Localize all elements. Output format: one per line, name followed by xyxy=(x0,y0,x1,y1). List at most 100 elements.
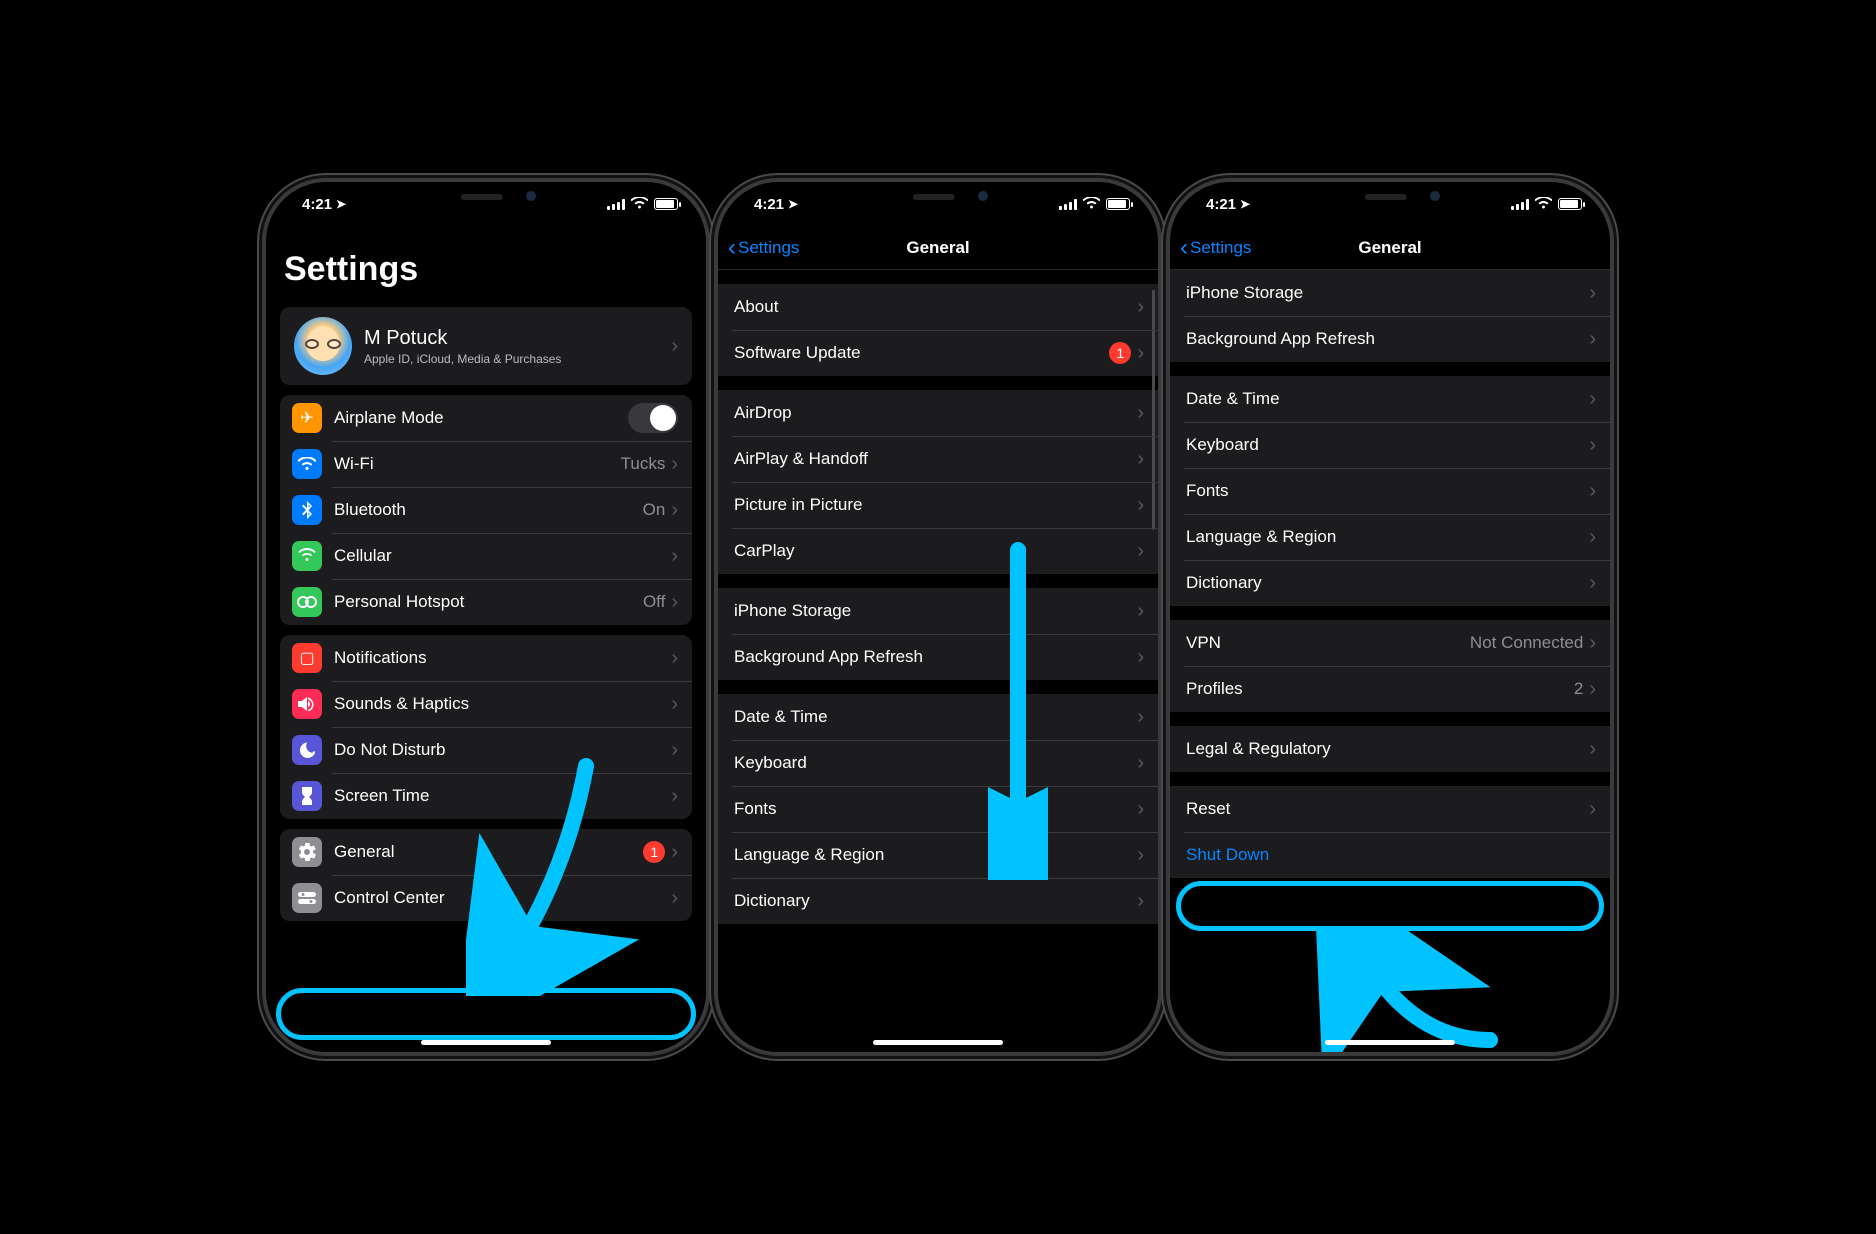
chevron-right-icon: › xyxy=(671,887,678,910)
legal-group: Legal & Regulatory› xyxy=(1170,726,1610,772)
notifications-row[interactable]: ▢ Notifications › xyxy=(280,635,692,681)
chevron-right-icon: › xyxy=(1137,494,1144,517)
back-label: Settings xyxy=(1190,238,1251,258)
home-indicator[interactable] xyxy=(873,1040,1003,1045)
date-time-row[interactable]: Date & Time› xyxy=(718,694,1158,740)
location-icon: ➤ xyxy=(336,197,346,211)
keyboard-label: Keyboard xyxy=(734,753,1137,773)
dictionary-row[interactable]: Dictionary› xyxy=(1170,560,1610,606)
airplay-row[interactable]: AirPlay & Handoff› xyxy=(718,436,1158,482)
cellular-icon xyxy=(292,541,322,571)
chevron-right-icon: › xyxy=(1137,752,1144,775)
general-row[interactable]: General 1 › xyxy=(280,829,692,875)
apple-id-row[interactable]: M Potuck Apple ID, iCloud, Media & Purch… xyxy=(280,307,692,385)
chevron-right-icon: › xyxy=(671,591,678,614)
hotspot-value: Off xyxy=(643,592,665,612)
reset-row[interactable]: Reset› xyxy=(1170,786,1610,832)
general-content-scrolled[interactable]: iPhone Storage› Background App Refresh› … xyxy=(1170,270,1610,1052)
screentime-row[interactable]: Screen Time › xyxy=(280,773,692,819)
shutdown-label: Shut Down xyxy=(1186,845,1596,865)
airplane-toggle[interactable] xyxy=(628,403,678,433)
bluetooth-value: On xyxy=(643,500,666,520)
chevron-right-icon: › xyxy=(1589,328,1596,351)
language-label: Language & Region xyxy=(1186,527,1589,547)
pip-row[interactable]: Picture in Picture› xyxy=(718,482,1158,528)
profile-name: M Potuck xyxy=(364,327,671,350)
chevron-right-icon: › xyxy=(671,453,678,476)
airdrop-row[interactable]: AirDrop› xyxy=(718,390,1158,436)
bg-refresh-row[interactable]: Background App Refresh› xyxy=(1170,316,1610,362)
nav-title: General xyxy=(906,238,969,258)
phone-frame-1: 4:21 ➤ Settings M Potuck xyxy=(266,182,706,1052)
home-indicator[interactable] xyxy=(1325,1040,1455,1045)
sounds-icon xyxy=(292,689,322,719)
chevron-left-icon: ‹ xyxy=(728,236,736,260)
vpn-row[interactable]: VPN Not Connected › xyxy=(1170,620,1610,666)
fonts-row[interactable]: Fonts› xyxy=(1170,468,1610,514)
carplay-row[interactable]: CarPlay› xyxy=(718,528,1158,574)
fonts-label: Fonts xyxy=(734,799,1137,819)
software-update-row[interactable]: Software Update 1 › xyxy=(718,330,1158,376)
status-bar: 4:21 ➤ xyxy=(266,182,706,226)
iphone-storage-row[interactable]: iPhone Storage› xyxy=(1170,270,1610,316)
page-title: Settings xyxy=(266,226,706,299)
chevron-right-icon: › xyxy=(671,545,678,568)
status-time: 4:21 xyxy=(302,196,332,213)
chevron-right-icon: › xyxy=(1589,738,1596,761)
bg-refresh-row[interactable]: Background App Refresh› xyxy=(718,634,1158,680)
connectivity-group: ✈ Airplane Mode Wi-Fi Tucks › Blu xyxy=(280,395,692,625)
chevron-right-icon: › xyxy=(1137,342,1144,365)
airplane-mode-row[interactable]: ✈ Airplane Mode xyxy=(280,395,692,441)
update-badge: 1 xyxy=(1109,342,1131,364)
legal-row[interactable]: Legal & Regulatory› xyxy=(1170,726,1610,772)
language-row[interactable]: Language & Region› xyxy=(718,832,1158,878)
navbar: ‹ Settings General xyxy=(1170,226,1610,270)
wifi-row[interactable]: Wi-Fi Tucks › xyxy=(280,441,692,487)
profiles-label: Profiles xyxy=(1186,679,1574,699)
nav-title: General xyxy=(1358,238,1421,258)
dictionary-row[interactable]: Dictionary› xyxy=(718,878,1158,924)
status-time: 4:21 xyxy=(754,196,784,213)
chevron-right-icon: › xyxy=(1589,434,1596,457)
iphone-storage-row[interactable]: iPhone Storage› xyxy=(718,588,1158,634)
system-group: General 1 › Control Center › xyxy=(280,829,692,921)
about-label: About xyxy=(734,297,1137,317)
chevron-right-icon: › xyxy=(1137,844,1144,867)
input-group: Date & Time› Keyboard› Fonts› Language &… xyxy=(1170,376,1610,606)
sounds-row[interactable]: Sounds & Haptics › xyxy=(280,681,692,727)
dictionary-label: Dictionary xyxy=(734,891,1137,911)
avatar xyxy=(294,317,352,375)
general-content[interactable]: About › Software Update 1 › AirDrop› Air… xyxy=(718,270,1158,1052)
chevron-right-icon: › xyxy=(1137,296,1144,319)
chevron-right-icon: › xyxy=(671,693,678,716)
chevron-left-icon: ‹ xyxy=(1180,236,1188,260)
about-group: About › Software Update 1 › xyxy=(718,284,1158,376)
vpn-value: Not Connected xyxy=(1470,633,1583,653)
dnd-row[interactable]: Do Not Disturb › xyxy=(280,727,692,773)
back-button[interactable]: ‹ Settings xyxy=(728,236,799,260)
back-button[interactable]: ‹ Settings xyxy=(1180,236,1251,260)
about-row[interactable]: About › xyxy=(718,284,1158,330)
chevron-right-icon: › xyxy=(1589,632,1596,655)
home-indicator[interactable] xyxy=(421,1040,551,1045)
keyboard-row[interactable]: Keyboard› xyxy=(718,740,1158,786)
profiles-row[interactable]: Profiles 2 › xyxy=(1170,666,1610,712)
date-time-row[interactable]: Date & Time› xyxy=(1170,376,1610,422)
airplay-label: AirPlay & Handoff xyxy=(734,449,1137,469)
hotspot-row[interactable]: Personal Hotspot Off › xyxy=(280,579,692,625)
storage-group: iPhone Storage› Background App Refresh› xyxy=(1170,270,1610,362)
control-center-row[interactable]: Control Center › xyxy=(280,875,692,921)
language-row[interactable]: Language & Region› xyxy=(1170,514,1610,560)
bluetooth-row[interactable]: Bluetooth On › xyxy=(280,487,692,533)
annotation-arrow-3 xyxy=(1310,930,1510,1052)
airplane-mode-label: Airplane Mode xyxy=(334,408,628,428)
keyboard-row[interactable]: Keyboard› xyxy=(1170,422,1610,468)
chevron-right-icon: › xyxy=(671,785,678,808)
shutdown-row[interactable]: Shut Down xyxy=(1170,832,1610,878)
fonts-row[interactable]: Fonts› xyxy=(718,786,1158,832)
highlight-reset xyxy=(1176,881,1604,931)
settings-content[interactable]: Settings M Potuck Apple ID, iCloud, Medi… xyxy=(266,226,706,1052)
cellular-row[interactable]: Cellular › xyxy=(280,533,692,579)
chevron-right-icon: › xyxy=(1137,540,1144,563)
date-time-label: Date & Time xyxy=(734,707,1137,727)
